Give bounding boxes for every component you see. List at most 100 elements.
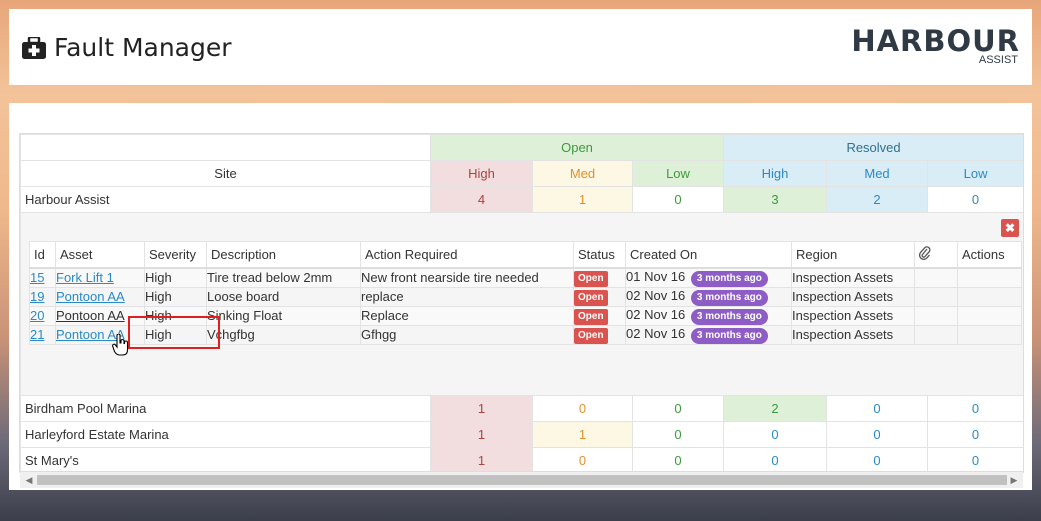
- fault-status-cell: Open: [573, 267, 626, 288]
- fault-summary-panel: Open Resolved Site High Med Low High Med…: [9, 103, 1032, 490]
- site-name: Harleyford Estate Marina: [20, 421, 431, 448]
- site-header: Site: [20, 160, 431, 187]
- scroll-left-icon[interactable]: ◀: [22, 472, 36, 488]
- fault-row[interactable]: 15 Fork Lift 1 High Tire tread below 2mm…: [29, 267, 1022, 288]
- col-region[interactable]: Region: [791, 241, 915, 269]
- fault-action-required: Gfhgg: [360, 324, 574, 345]
- open-group-header: Open: [429, 134, 725, 161]
- fault-actions: [957, 305, 1022, 326]
- fault-row[interactable]: 20 Pontoon AA High Sinking Float Replace…: [29, 305, 1022, 326]
- created-date: 02 Nov 16: [626, 287, 686, 303]
- fault-status-cell: Open: [573, 305, 626, 326]
- fault-severity: High: [144, 305, 207, 326]
- fault-created-cell: 01 Nov 16 3 months ago: [625, 267, 792, 288]
- fault-id-link[interactable]: 19: [31, 289, 45, 304]
- scrollbar-thumb[interactable]: [37, 475, 1007, 485]
- fault-region: Inspection Assets: [791, 286, 915, 307]
- resolved-high-count: 2: [723, 395, 828, 422]
- site-row-harleyford-estate-marina[interactable]: Harleyford Estate Marina 1 1 0 0 0 0: [20, 421, 1023, 448]
- resolved-high-header: High: [723, 160, 828, 187]
- open-low-count: 0: [631, 421, 725, 448]
- open-med-count: 0: [532, 447, 633, 472]
- fault-attachments: [914, 324, 958, 345]
- hand-cursor-icon: [112, 334, 129, 356]
- resolved-low-count: 0: [927, 186, 1023, 213]
- resolved-med-count: 0: [826, 421, 929, 448]
- resolved-high-count: 0: [723, 447, 828, 472]
- asset-link[interactable]: Pontoon AA: [57, 289, 125, 304]
- open-med-count: 0: [532, 395, 633, 422]
- site-row-birdham-pool-marina[interactable]: Birdham Pool Marina 1 0 0 2 0 0: [20, 395, 1023, 422]
- site-name: St Mary's: [20, 447, 431, 472]
- fault-description: Sinking Float: [206, 305, 361, 326]
- fault-id-cell: 15: [29, 267, 56, 288]
- open-high-count: 1: [430, 421, 533, 448]
- col-created-on[interactable]: Created On: [625, 241, 792, 269]
- col-asset[interactable]: Asset: [55, 241, 145, 269]
- title-wrap: Fault Manager: [22, 33, 232, 62]
- fault-action-required: Replace: [360, 305, 574, 326]
- fault-id-link[interactable]: 15: [31, 270, 45, 285]
- resolved-med-count: 0: [826, 395, 929, 422]
- fault-created-cell: 02 Nov 16 3 months ago: [625, 305, 792, 326]
- col-id[interactable]: Id: [29, 241, 56, 269]
- fault-region: Inspection Assets: [791, 267, 915, 288]
- resolved-med-count: 2: [826, 186, 929, 213]
- col-description[interactable]: Description: [206, 241, 361, 269]
- fault-id-cell: 21: [29, 324, 56, 345]
- col-attachments[interactable]: [914, 241, 958, 269]
- fault-severity: High: [144, 267, 207, 288]
- fault-description: Vchgfbg: [206, 324, 361, 345]
- site-row-harbour-assist[interactable]: Harbour Assist 4 1 0 3 2 0: [20, 186, 1023, 213]
- open-med-header: Med: [532, 160, 633, 187]
- relative-time-badge: 3 months ago: [690, 270, 768, 287]
- fault-action-required: New front nearside tire needed: [360, 267, 574, 288]
- open-high-count: 1: [430, 395, 533, 422]
- fault-region: Inspection Assets: [791, 305, 915, 326]
- fault-id-link[interactable]: 21: [31, 327, 45, 342]
- fault-attachments: [914, 305, 958, 326]
- medkit-icon: [22, 36, 46, 59]
- page-header: Fault Manager HARBOUR ASSIST: [9, 9, 1032, 85]
- col-action-required[interactable]: Action Required: [360, 241, 574, 269]
- fault-asset-cell: Fork Lift 1: [55, 267, 145, 288]
- resolved-low-count: 0: [927, 447, 1023, 472]
- resolved-med-count: 0: [826, 447, 929, 472]
- open-med-count: 1: [532, 421, 633, 448]
- harbour-assist-logo: HARBOUR ASSIST: [851, 27, 1020, 66]
- resolved-low-header: Low: [927, 160, 1023, 187]
- fault-asset-cell: Pontoon AA: [55, 324, 145, 345]
- horizontal-scrollbar[interactable]: ◀ ▶: [20, 471, 1023, 488]
- summary-table-wrapper[interactable]: Open Resolved Site High Med Low High Med…: [19, 133, 1024, 473]
- fault-actions: [957, 286, 1022, 307]
- asset-link[interactable]: Pontoon AA: [57, 308, 125, 323]
- fault-detail-cell: ✖ Id Asset Severity Description Action R…: [20, 212, 1023, 396]
- col-status[interactable]: Status: [573, 241, 626, 269]
- summary-table: Open Resolved Site High Med Low High Med…: [20, 134, 1023, 472]
- resolved-high-count: 3: [723, 186, 828, 213]
- status-badge: Open: [574, 327, 608, 343]
- fault-actions: [957, 267, 1022, 288]
- paperclip-icon: [918, 246, 931, 260]
- resolved-low-count: 0: [927, 395, 1023, 422]
- col-actions: Actions: [957, 241, 1022, 269]
- close-details-button[interactable]: ✖: [1001, 219, 1020, 237]
- group-header-row: Open Resolved: [20, 134, 1023, 161]
- fault-row[interactable]: 19 Pontoon AA High Loose board replace O…: [29, 286, 1022, 307]
- site-row-st-marys[interactable]: St Mary's 1 0 0 0 0 0: [20, 447, 1023, 472]
- level-header-row: Site High Med Low High Med Low: [20, 160, 1023, 187]
- fault-asset-cell: Pontoon AA: [55, 305, 145, 326]
- scroll-right-icon[interactable]: ▶: [1007, 472, 1021, 488]
- fault-id-link[interactable]: 20: [31, 308, 45, 323]
- created-date: 01 Nov 16: [626, 268, 686, 284]
- fault-row[interactable]: 21 Pontoon AA High Vchgfbg Gfhgg Open 02…: [29, 324, 1022, 345]
- asset-link[interactable]: Fork Lift 1: [57, 270, 114, 285]
- fault-attachments: [914, 286, 958, 307]
- open-low-header: Low: [631, 160, 725, 187]
- status-badge: Open: [574, 308, 608, 324]
- fault-detail-row: ✖ Id Asset Severity Description Action R…: [20, 212, 1023, 396]
- fault-description: Loose board: [206, 286, 361, 307]
- open-low-count: 0: [631, 447, 725, 472]
- col-severity[interactable]: Severity: [144, 241, 207, 269]
- site-name: Harbour Assist: [20, 186, 431, 213]
